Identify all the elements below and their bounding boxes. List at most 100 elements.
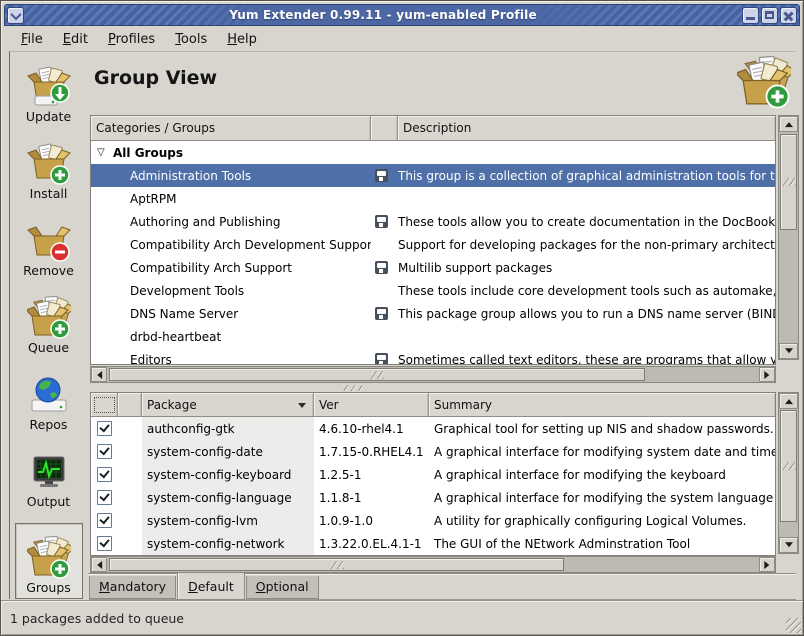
column-header-package-label: Package — [147, 398, 197, 412]
minimize-icon — [746, 17, 755, 20]
package-name: system-config-lvm — [142, 509, 314, 532]
group-row[interactable]: AptRPM — [91, 187, 775, 210]
minimize-button[interactable] — [742, 7, 759, 24]
scroll-down-button[interactable] — [779, 343, 798, 359]
maximize-button[interactable] — [761, 7, 778, 24]
package-row[interactable]: system-config-network 1.3.22.0.EL.4.1-1 … — [91, 532, 775, 555]
group-row[interactable]: Editors Sometimes called text editors, t… — [91, 348, 775, 364]
arrow-left-icon — [93, 371, 102, 379]
maximize-icon — [765, 11, 774, 19]
package-checkbox[interactable] — [97, 444, 112, 459]
menubar: File Edit Profiles Tools Help — [5, 28, 799, 50]
column-header-summary[interactable]: Summary — [429, 393, 775, 417]
scrollbar-track[interactable] — [107, 367, 759, 382]
sidebar-item-repos[interactable]: Repos — [15, 369, 83, 432]
package-checkbox[interactable] — [97, 513, 112, 528]
column-header-categories-groups[interactable]: Categories / Groups — [91, 116, 371, 141]
tab-mandatory[interactable]: Mandatory — [89, 576, 176, 599]
package-summary: The GUI of the NEtwork Adminstration Too… — [429, 537, 775, 551]
group-row[interactable]: Development Tools These tools include co… — [91, 279, 775, 302]
pane-splitter-handle[interactable] — [90, 385, 776, 391]
floppy-disk-icon — [375, 307, 388, 320]
scroll-left-button[interactable] — [91, 367, 107, 382]
sidebar-item-remove[interactable]: Remove — [15, 215, 83, 278]
scroll-down-button[interactable] — [779, 537, 798, 553]
scrollbar-thumb[interactable] — [109, 368, 645, 381]
scrollbar-thumb[interactable] — [780, 134, 797, 230]
scrollbar-thumb[interactable] — [109, 558, 564, 571]
menu-file[interactable]: File — [13, 30, 51, 49]
group-description: This group is a collection of graphical … — [398, 169, 775, 183]
packages-horizontal-scrollbar[interactable] — [90, 556, 776, 573]
group-row[interactable]: Administration Tools This group is a col… — [91, 164, 775, 187]
close-button[interactable] — [780, 7, 797, 24]
package-row[interactable]: system-config-lvm 1.0.9-1.0 A utility fo… — [91, 509, 775, 532]
menu-profiles[interactable]: Profiles — [100, 30, 163, 49]
package-name: system-config-keyboard — [142, 463, 314, 486]
group-row[interactable]: drbd-heartbeat — [91, 325, 775, 348]
scrollbar-track[interactable] — [779, 132, 798, 343]
scrollbar-thumb[interactable] — [780, 410, 797, 522]
group-description: Multilib support packages — [398, 261, 775, 275]
column-header-icon[interactable] — [371, 116, 398, 141]
group-description: This package group allows you to run a D… — [398, 307, 775, 321]
expander-triangle-icon[interactable] — [97, 147, 113, 158]
column-header-description[interactable]: Description — [398, 116, 775, 141]
statusbar: 1 packages added to queue — [1, 600, 803, 635]
sidebar-item-update[interactable]: Update — [15, 61, 83, 124]
sidebar-item-groups[interactable]: Groups — [15, 523, 83, 599]
package-checkbox[interactable] — [97, 467, 112, 482]
menu-tools[interactable]: Tools — [167, 30, 215, 49]
group-row[interactable]: Compatibility Arch Support Multilib supp… — [91, 256, 775, 279]
package-checkbox[interactable] — [97, 536, 112, 551]
group-description: These tools allow you to create document… — [398, 215, 775, 229]
group-name: Compatibility Arch Development Support — [91, 238, 371, 252]
group-row[interactable]: Compatibility Arch Development Support S… — [91, 233, 775, 256]
scroll-up-button[interactable] — [779, 116, 798, 132]
packages-vertical-scrollbar[interactable] — [778, 392, 799, 554]
package-row[interactable]: system-config-language 1.1.8-1 A graphic… — [91, 486, 775, 509]
group-row[interactable]: Authoring and Publishing These tools all… — [91, 210, 775, 233]
column-header-checkbox[interactable] — [91, 393, 118, 417]
group-description: Sometimes called text editors, these are… — [398, 353, 775, 365]
groups-vertical-scrollbar[interactable] — [778, 115, 799, 360]
floppy-disk-icon — [375, 169, 388, 182]
sidebar-item-queue[interactable]: Queue — [15, 292, 83, 355]
resize-grip[interactable] — [786, 618, 801, 633]
scroll-up-button[interactable] — [779, 393, 798, 409]
arrow-down-icon — [785, 348, 793, 357]
scrollbar-track[interactable] — [107, 557, 759, 572]
package-checkbox[interactable] — [97, 490, 112, 505]
scroll-right-button[interactable] — [759, 367, 775, 382]
groups-horizontal-scrollbar[interactable] — [90, 366, 776, 383]
sidebar-label: Install — [30, 186, 68, 201]
column-header-ver[interactable]: Ver — [314, 393, 429, 417]
scroll-right-button[interactable] — [759, 557, 775, 572]
tab-default[interactable]: Default — [177, 573, 245, 600]
group-description: These tools include core development too… — [398, 284, 775, 298]
sidebar-item-install[interactable]: Install — [15, 138, 83, 201]
group-root-row[interactable]: All Groups — [91, 141, 775, 164]
group-row[interactable]: DNS Name Server This package group allow… — [91, 302, 775, 325]
package-row[interactable]: system-config-date 1.7.15-0.RHEL4.1 A gr… — [91, 440, 775, 463]
titlebar[interactable]: Yum Extender 0.99.11 - yum-enabled Profi… — [4, 4, 800, 26]
work-area: Update Install Remove Que — [9, 51, 796, 599]
sidebar-label: Output — [27, 494, 70, 509]
scrollbar-track[interactable] — [779, 409, 798, 537]
page-title: Group View — [94, 67, 217, 89]
package-summary: A graphical interface for modifying syst… — [429, 445, 775, 459]
package-row[interactable]: system-config-keyboard 1.2.5-1 A graphic… — [91, 463, 775, 486]
menu-edit[interactable]: Edit — [55, 30, 96, 49]
group-name: Compatibility Arch Support — [91, 261, 371, 275]
package-checkbox[interactable] — [97, 421, 112, 436]
floppy-disk-icon — [375, 353, 388, 364]
package-row[interactable]: authconfig-gtk 4.6.10-rhel4.1 Graphical … — [91, 417, 775, 440]
window-menu-button[interactable] — [7, 7, 24, 24]
tab-optional[interactable]: Optional — [246, 576, 319, 599]
scroll-left-button[interactable] — [91, 557, 107, 572]
group-description: Support for developing packages for the … — [398, 238, 775, 252]
sidebar-item-output[interactable]: Output — [15, 446, 83, 509]
menu-help[interactable]: Help — [219, 30, 265, 49]
column-header-package[interactable]: Package — [142, 393, 314, 417]
column-header-status[interactable] — [118, 393, 142, 417]
